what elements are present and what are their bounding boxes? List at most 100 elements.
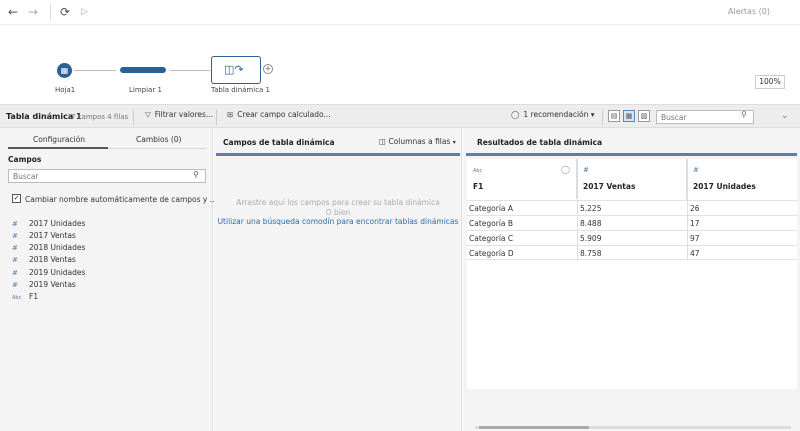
plus-icon[interactable]: + — [263, 64, 273, 74]
field-name: 2018 Unidades — [29, 243, 86, 252]
number-type-icon: # — [693, 166, 699, 174]
node-label: Limpiar 1 — [129, 86, 162, 94]
tab-configuration[interactable]: Configuración — [33, 135, 85, 144]
filter-icon: ▽ — [145, 110, 151, 119]
recommendations-label: 1 recomendación — [523, 110, 589, 119]
table-cell: 5.909 — [580, 234, 602, 243]
column-divider — [687, 159, 688, 260]
clean-step-node[interactable] — [120, 67, 166, 73]
field-item[interactable]: Abc F1 — [12, 292, 38, 301]
field-item[interactable]: #2019 Ventas — [12, 280, 76, 289]
recommendations-button[interactable]: ◯ 1 recomendación ▾ — [511, 110, 595, 119]
node-label: Hoja1 — [55, 86, 76, 94]
list-view-icon[interactable]: ▤ — [608, 110, 620, 122]
field-name: F1 — [29, 292, 39, 301]
table-row[interactable]: Categoría A 5.225 26 — [467, 200, 797, 215]
pivot-step-node[interactable]: ◫↷ — [211, 56, 261, 84]
table-cell: 17 — [690, 219, 700, 228]
pivot-fields-heading: Campos de tabla dinámica — [223, 138, 335, 147]
field-item[interactable]: #2019 Unidades — [12, 268, 85, 277]
columns-to-rows-label: Columnas a filas — [388, 137, 451, 146]
results-grid[interactable]: Abc ◯ F1 # 2017 Ventas # 2017 Unidades C… — [467, 159, 797, 389]
table-cell: 8.488 — [580, 219, 602, 228]
panel-header-bar — [466, 153, 797, 156]
flow-canvas[interactable]: ▦ Hoja1 Limpiar 1 ◫↷ Tabla dinámica 1 + — [0, 24, 800, 103]
search-icon[interactable]: ⚲ — [741, 110, 747, 119]
caret-down-icon: ▾ — [590, 110, 595, 119]
number-type-icon: # — [12, 256, 18, 264]
lightbulb-icon: ◯ — [511, 110, 520, 119]
flow-connector — [74, 70, 116, 71]
arrow-left-icon[interactable]: ← — [8, 4, 18, 20]
arrow-right-icon[interactable]: → — [28, 4, 38, 20]
field-item[interactable]: #2018 Ventas — [12, 255, 76, 264]
table-cell: 5.225 — [580, 204, 602, 213]
column-header-2017-unidades[interactable]: # 2017 Unidades — [687, 159, 797, 199]
fields-heading: Campos — [8, 155, 42, 164]
field-name: 2017 Ventas — [29, 231, 76, 240]
wildcard-search-link[interactable]: Utilizar una búsqueda comodín para encon… — [214, 217, 462, 226]
table-cell: 97 — [690, 234, 700, 243]
string-type-icon: Abc — [473, 168, 483, 174]
table-row[interactable]: Categoría C 5.909 97 — [467, 230, 797, 245]
filter-values-button[interactable]: ▽ Filtrar valores... — [145, 110, 213, 119]
grid-view-icon[interactable]: ▦ — [623, 110, 635, 122]
column-name: F1 — [473, 182, 484, 191]
table-row[interactable]: Categoría B 8.488 17 — [467, 215, 797, 230]
search-input[interactable] — [656, 110, 754, 124]
alerts-link[interactable]: Alertas (0) — [728, 7, 770, 16]
field-name: 2019 Unidades — [29, 268, 86, 277]
node-label: Tabla dinámica 1 — [211, 86, 271, 94]
field-name: 2017 Unidades — [29, 219, 86, 228]
pivot-results-panel: Resultados de tabla dinámica Abc ◯ F1 # … — [463, 128, 800, 431]
drop-zone-hint[interactable]: Arrastre aquí los campos para crear su t… — [214, 198, 462, 207]
column-header-2017-ventas[interactable]: # 2017 Ventas — [577, 159, 687, 199]
table-cell: 8.758 — [580, 249, 602, 258]
toolbar-divider — [133, 109, 134, 125]
columns-to-rows-dropdown[interactable]: ◫ Columnas a filas ▾ — [379, 137, 456, 146]
input-node-hoja1[interactable]: ▦ — [57, 63, 72, 78]
table-icon: ▦ — [60, 66, 69, 75]
field-item[interactable]: #2017 Unidades — [12, 219, 85, 228]
number-type-icon: # — [12, 244, 18, 252]
toolbar-divider — [602, 109, 603, 125]
column-divider — [577, 159, 578, 260]
flow-connector — [170, 70, 210, 71]
create-calculated-field-button[interactable]: ⊞ Crear campo calculado... — [227, 110, 331, 119]
table-row[interactable]: Categoría D 8.758 47 — [467, 245, 797, 260]
zoom-level[interactable]: 100% — [755, 75, 785, 89]
column-header-f1[interactable]: Abc ◯ F1 — [467, 159, 577, 199]
fields-search-input[interactable] — [8, 169, 206, 183]
number-type-icon: # — [12, 220, 18, 228]
play-icon[interactable]: ▷ — [81, 4, 88, 20]
table-cell: 47 — [690, 249, 700, 258]
toolbar-divider — [50, 3, 51, 21]
string-type-icon: Abc — [12, 295, 22, 301]
field-item[interactable]: #2017 Ventas — [12, 231, 76, 240]
number-type-icon: # — [12, 269, 18, 277]
field-item[interactable]: #2018 Unidades — [12, 243, 85, 252]
table-view-icon[interactable]: ▧ — [638, 110, 650, 122]
rename-fields-checkbox[interactable]: ✓ — [12, 194, 21, 203]
step-meta: 7 campos 4 filas — [71, 113, 129, 121]
field-name: 2018 Ventas — [29, 255, 76, 264]
number-type-icon: # — [12, 281, 18, 289]
table-cell: Categoría C — [469, 234, 514, 243]
active-tab-indicator — [8, 147, 108, 149]
create-calculated-field-label: Crear campo calculado... — [237, 110, 331, 119]
column-name: 2017 Unidades — [693, 182, 756, 191]
refresh-icon[interactable]: ⟳ — [60, 4, 70, 20]
configuration-panel: Configuración Cambios (0) Campos ⚲ ✓ Cam… — [0, 128, 217, 431]
top-toolbar: ← → ⟳ ▷ Alertas (0) — [0, 0, 800, 24]
search-icon[interactable]: ⚲ — [193, 170, 199, 179]
tab-changes[interactable]: Cambios (0) — [136, 135, 182, 144]
field-name: 2019 Ventas — [29, 280, 76, 289]
lightbulb-icon[interactable]: ◯ — [561, 165, 570, 174]
number-type-icon: # — [12, 232, 18, 240]
scrollbar-thumb[interactable] — [479, 426, 589, 429]
columns-to-rows-icon: ◫ — [379, 137, 387, 146]
number-type-icon: # — [583, 166, 589, 174]
table-cell: Categoría D — [469, 249, 514, 258]
table-cell: Categoría B — [469, 219, 514, 228]
chevron-down-icon[interactable]: ⌄ — [781, 111, 789, 121]
